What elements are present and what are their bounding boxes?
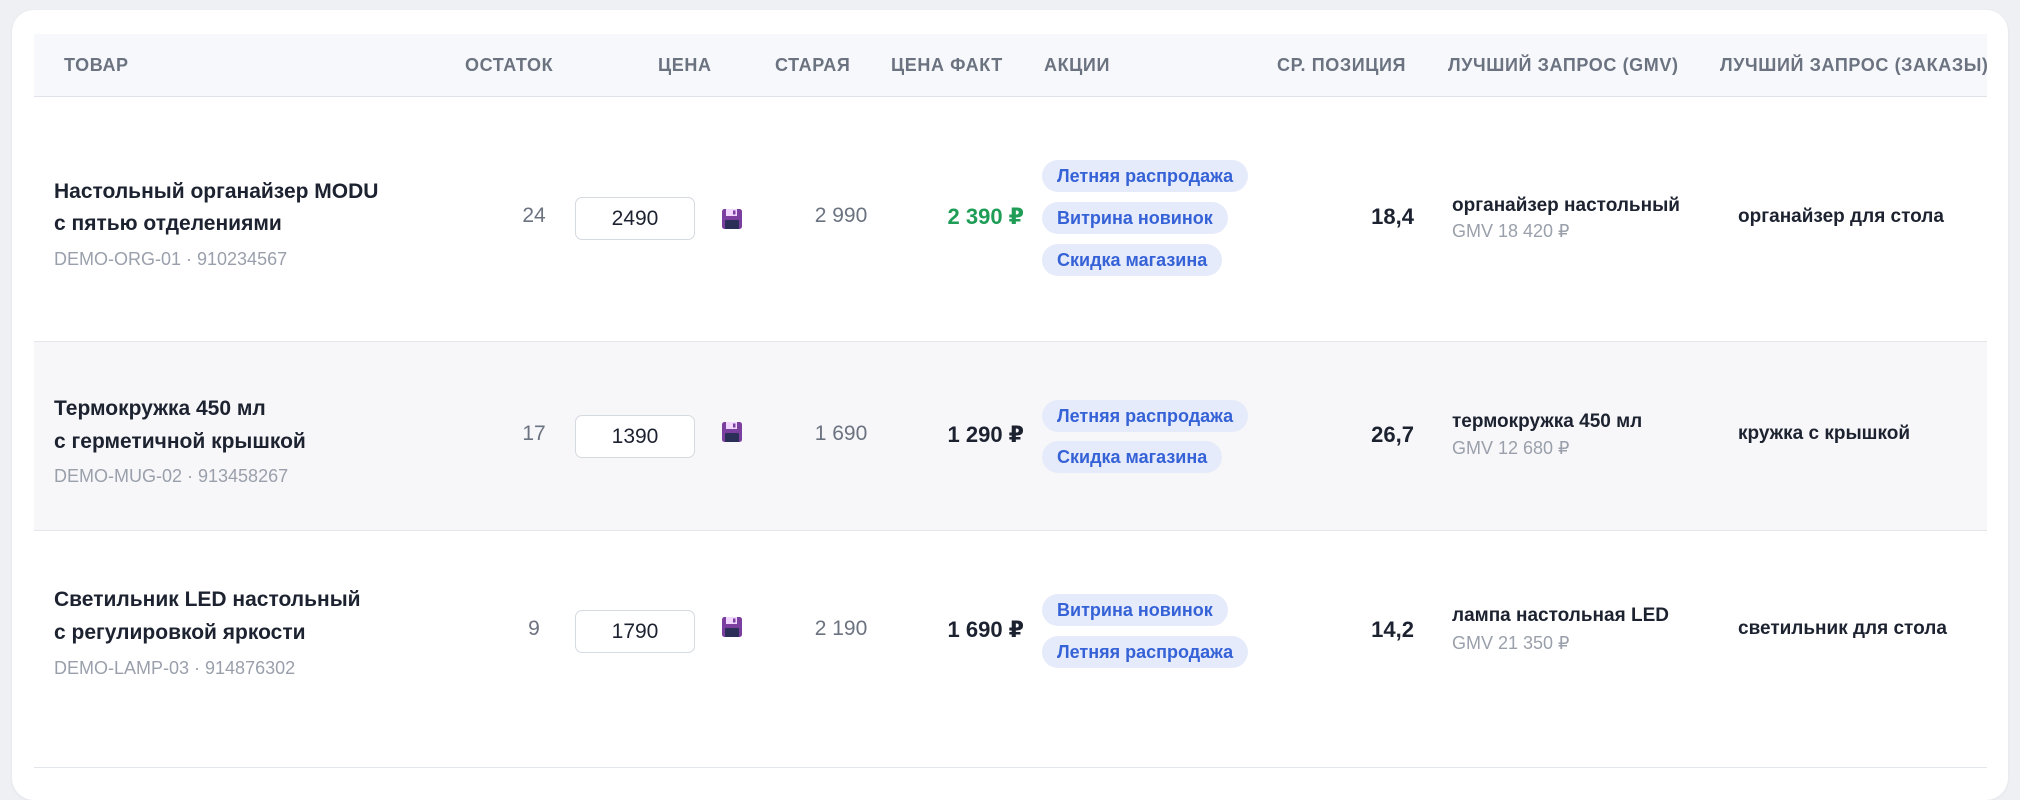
header-promos[interactable]: АКЦИИ: [1044, 55, 1110, 76]
header-product[interactable]: ТОВАР: [64, 55, 129, 76]
old-price: 1 690: [814, 422, 868, 445]
price-input[interactable]: [575, 415, 695, 458]
promo-badge[interactable]: Скидка магазина: [1042, 441, 1223, 473]
price-input[interactable]: [575, 610, 695, 653]
promo-badge[interactable]: Витрина новинок: [1042, 202, 1228, 234]
save-icon[interactable]: [721, 616, 743, 638]
table-row: Настольный органайзер MODU с пятью отдел…: [34, 97, 1987, 342]
old-price: 2 190: [814, 617, 868, 640]
promo-badge[interactable]: Скидка магазина: [1042, 244, 1223, 276]
table-row: Светильник LED настольный с регулировкой…: [34, 531, 1987, 768]
table-header: ТОВАР ОСТАТОК ЦЕНА СТАРАЯ ЦЕНА ФАКТ АКЦИ…: [34, 34, 1989, 97]
product-name-line1[interactable]: Термокружка 450 мл: [54, 393, 266, 425]
header-price[interactable]: ЦЕНА: [658, 55, 712, 76]
products-table: ТОВАР ОСТАТОК ЦЕНА СТАРАЯ ЦЕНА ФАКТ АКЦИ…: [34, 34, 1989, 768]
save-icon[interactable]: [721, 208, 743, 230]
promo-badge[interactable]: Летняя распродажа: [1042, 636, 1249, 668]
product-name-line2[interactable]: с пятью отделениями: [54, 208, 282, 240]
product-sku: DEMO-MUG-02 · 913458267: [54, 466, 289, 486]
fact-price: 2 390 ₽: [947, 204, 1024, 229]
product-name-line2[interactable]: с регулировкой яркости: [54, 617, 306, 649]
best-query-gmv: термокружка 450 мл: [1452, 411, 1643, 432]
promo-badge[interactable]: Летняя распродажа: [1042, 400, 1249, 432]
product-name-line2[interactable]: с герметичной крышкой: [54, 426, 306, 458]
header-best-query-gmv[interactable]: ЛУЧШИЙ ЗАПРОС (GMV): [1448, 55, 1679, 76]
best-query-gmv-value: GMV 18 420 ₽: [1452, 221, 1570, 241]
products-card: ТОВАР ОСТАТОК ЦЕНА СТАРАЯ ЦЕНА ФАКТ АКЦИ…: [12, 10, 2008, 800]
header-fact-price[interactable]: ЦЕНА ФАКТ: [891, 55, 1003, 76]
best-query-gmv-value: GMV 21 350 ₽: [1452, 633, 1570, 653]
avg-position: 26,7: [1371, 422, 1414, 447]
header-stock[interactable]: ОСТАТОК: [465, 55, 553, 76]
fact-price: 1 290 ₽: [947, 422, 1024, 447]
best-query-orders: светильник для стола: [1738, 618, 1947, 639]
header-best-query-orders[interactable]: ЛУЧШИЙ ЗАПРОС (ЗАКАЗЫ): [1720, 55, 1989, 76]
promo-badge[interactable]: Летняя распродажа: [1042, 160, 1249, 192]
best-query-orders: кружка с крышкой: [1738, 423, 1911, 444]
old-price: 2 990: [814, 204, 868, 227]
product-sku: DEMO-ORG-01 · 910234567: [54, 249, 288, 269]
price-input[interactable]: [575, 197, 695, 240]
best-query-orders: органайзер для стола: [1738, 206, 1944, 227]
save-icon[interactable]: [721, 421, 743, 443]
header-old-price[interactable]: СТАРАЯ: [775, 55, 850, 76]
product-name-line1[interactable]: Настольный органайзер MODU: [54, 176, 378, 208]
fact-price: 1 690 ₽: [947, 617, 1024, 642]
promo-badge[interactable]: Витрина новинок: [1042, 594, 1228, 626]
avg-position: 14,2: [1371, 617, 1414, 642]
best-query-gmv-value: GMV 12 680 ₽: [1452, 438, 1570, 458]
best-query-gmv: лампа настольная LED: [1452, 605, 1669, 626]
header-avg-position[interactable]: СР. ПОЗИЦИЯ: [1277, 55, 1406, 76]
product-name-line1[interactable]: Светильник LED настольный: [54, 584, 361, 616]
product-sku: DEMO-LAMP-03 · 914876302: [54, 658, 296, 678]
best-query-gmv: органайзер настольный: [1452, 195, 1680, 216]
avg-position: 18,4: [1371, 204, 1414, 229]
table-row: Термокружка 450 мл с герметичной крышкой…: [34, 342, 1987, 531]
